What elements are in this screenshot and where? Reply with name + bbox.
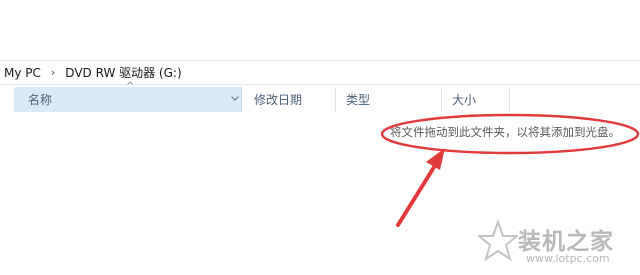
watermark-title: 装机之家: [518, 229, 614, 255]
pointer-arrow-head: [426, 148, 445, 170]
highlight-ellipse: [380, 113, 640, 155]
pointer-arrow-shaft: [396, 162, 438, 227]
watermark: 装机之家 www.lotpc.com: [478, 216, 638, 272]
star-logo-icon: [478, 219, 518, 262]
watermark-url: www.lotpc.com: [526, 252, 610, 265]
